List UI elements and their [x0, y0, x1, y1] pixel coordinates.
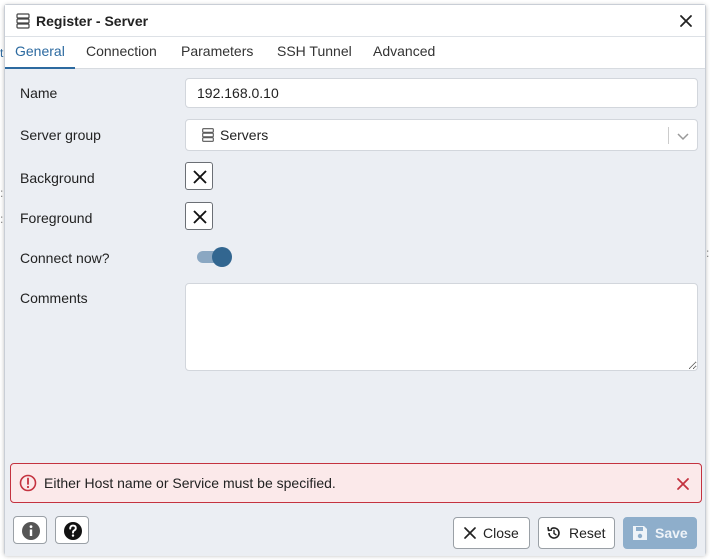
error-circle-icon: [19, 474, 37, 492]
select-separator: [668, 127, 669, 144]
background-color-picker[interactable]: [185, 162, 213, 190]
server-group-label: Server group: [20, 127, 101, 143]
background-label: Background: [20, 170, 95, 186]
background-fragment: :: [706, 246, 710, 260]
tab-connection[interactable]: Connection: [86, 37, 157, 69]
reset-history-icon: [547, 526, 560, 539]
connect-now-label: Connect now?: [20, 250, 110, 266]
server-group-icon: [202, 128, 214, 142]
close-button[interactable]: Close: [453, 517, 530, 549]
server-group-value: Servers: [220, 127, 269, 143]
close-button-label: Close: [483, 525, 519, 541]
help-button[interactable]: [55, 516, 89, 544]
close-icon[interactable]: [677, 12, 695, 30]
save-floppy-icon: [633, 526, 647, 540]
register-server-dialog: Register - Server General Connection Par…: [4, 4, 706, 556]
save-button[interactable]: Save: [623, 517, 697, 549]
reset-button-label: Reset: [569, 525, 606, 541]
foreground-color-picker[interactable]: [185, 202, 213, 230]
tab-bar: General Connection Parameters SSH Tunnel…: [5, 37, 705, 69]
close-icon: [464, 527, 476, 539]
server-group-select[interactable]: Servers: [185, 119, 698, 151]
comments-textarea[interactable]: [185, 283, 698, 371]
background-fragment: :: [0, 186, 4, 200]
background-fragment: t: [0, 46, 4, 60]
tab-general[interactable]: General: [5, 37, 75, 69]
clear-x-icon: [193, 210, 207, 224]
info-icon: [22, 522, 40, 540]
background-fragment: :: [0, 212, 4, 226]
name-input[interactable]: [185, 78, 698, 108]
server-icon: [16, 13, 30, 29]
toggle-knob: [212, 247, 232, 267]
reset-button[interactable]: Reset: [538, 517, 615, 549]
error-message: Either Host name or Service must be spec…: [44, 475, 336, 491]
tab-ssh-tunnel[interactable]: SSH Tunnel: [277, 37, 352, 69]
comments-label: Comments: [20, 290, 88, 306]
question-icon: [64, 522, 82, 540]
connect-now-toggle[interactable]: [195, 246, 235, 268]
close-icon[interactable]: [675, 476, 691, 492]
tab-parameters[interactable]: Parameters: [181, 37, 253, 69]
tab-advanced[interactable]: Advanced: [373, 37, 435, 69]
chevron-down-icon[interactable]: [676, 129, 690, 143]
clear-x-icon: [193, 170, 207, 184]
save-button-label: Save: [655, 525, 688, 541]
dialog-title: Register - Server: [36, 13, 149, 29]
error-message-bar: Either Host name or Service must be spec…: [10, 463, 702, 503]
foreground-label: Foreground: [20, 210, 93, 226]
info-button[interactable]: [13, 516, 47, 544]
dialog-title-bar: Register - Server: [5, 5, 705, 37]
name-label: Name: [20, 85, 58, 101]
